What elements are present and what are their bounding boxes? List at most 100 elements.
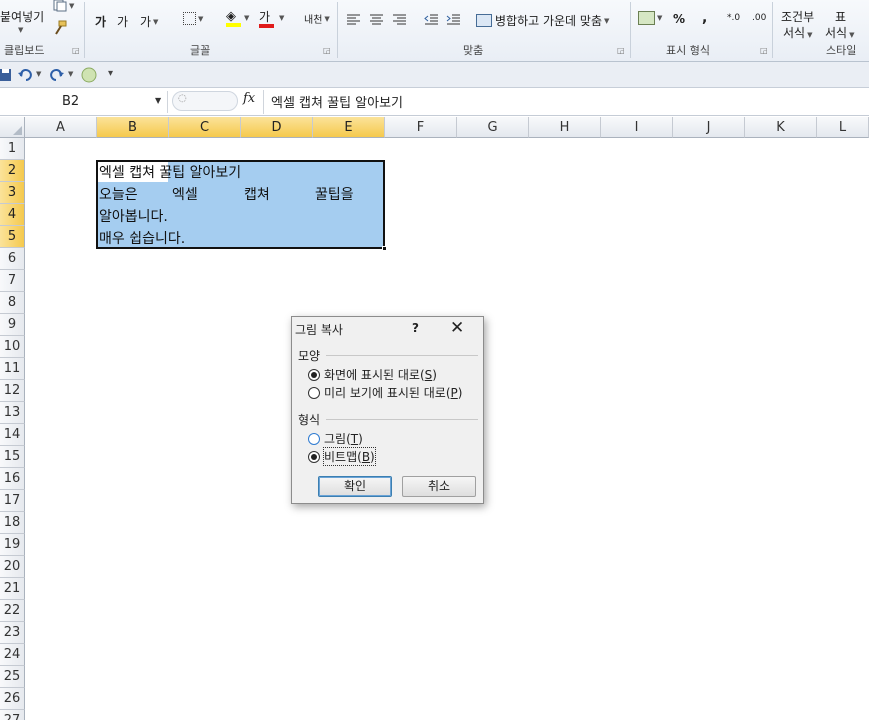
- row-header-27[interactable]: 27: [0, 710, 25, 720]
- row-header-7[interactable]: 7: [0, 270, 25, 292]
- column-header-e[interactable]: E: [313, 117, 385, 138]
- row-header-18[interactable]: 18: [0, 512, 25, 534]
- close-button[interactable]: ✕: [450, 318, 464, 338]
- row-header-5[interactable]: 5: [0, 226, 25, 248]
- select-all-corner[interactable]: [0, 117, 25, 138]
- font-dialog-launcher-icon[interactable]: ◲: [323, 46, 331, 55]
- decrease-font-button[interactable]: 가: [117, 13, 128, 30]
- align-left-icon[interactable]: [346, 13, 361, 26]
- number-dialog-launcher-icon[interactable]: ◲: [760, 46, 768, 55]
- column-header-c[interactable]: C: [169, 117, 241, 138]
- column-header-g[interactable]: G: [457, 117, 529, 138]
- fill-handle[interactable]: [382, 246, 387, 251]
- alignment-dialog-launcher-icon[interactable]: ◲: [617, 46, 625, 55]
- ok-button[interactable]: 확인: [318, 476, 392, 497]
- align-right-icon[interactable]: [392, 13, 407, 26]
- row-header-11[interactable]: 11: [0, 358, 25, 380]
- row-header-20[interactable]: 20: [0, 556, 25, 578]
- undo-dropdown-caret[interactable]: ▼: [36, 70, 41, 78]
- format-as-table-label-1[interactable]: 표: [835, 8, 846, 25]
- radio-bitmap[interactable]: 비트맵(B): [308, 447, 376, 466]
- formula-bar-splitter[interactable]: ◌: [172, 91, 238, 111]
- radio-button-unchecked[interactable]: [308, 432, 320, 445]
- row-header-8[interactable]: 8: [0, 292, 25, 314]
- conditional-format-label-2[interactable]: 서식 ▼: [783, 24, 812, 41]
- phonetic-button[interactable]: 내천 ▼: [304, 11, 330, 27]
- cell-c3[interactable]: 엑셀: [172, 184, 198, 204]
- row-header-12[interactable]: 12: [0, 380, 25, 402]
- copy-icon[interactable]: ▼: [52, 0, 76, 12]
- name-box-dropdown-icon[interactable]: ▼: [155, 96, 161, 105]
- radio-as-shown-on-screen[interactable]: 화면에 표시된 대로(S): [308, 366, 437, 383]
- align-center-icon[interactable]: [369, 13, 384, 26]
- column-header-d[interactable]: D: [241, 117, 313, 138]
- cell-d3[interactable]: 캡쳐: [244, 184, 270, 204]
- conditional-format-label-1[interactable]: 조건부: [781, 8, 814, 25]
- name-box[interactable]: B2 ▼: [0, 91, 168, 113]
- column-header-h[interactable]: H: [529, 117, 601, 138]
- paste-button[interactable]: 붙여넣기: [0, 8, 44, 25]
- font-color-button[interactable]: 가: [259, 10, 274, 28]
- row-header-4[interactable]: 4: [0, 204, 25, 226]
- undo-icon[interactable]: [18, 68, 32, 82]
- radio-picture[interactable]: 그림(T): [308, 430, 363, 447]
- cell-b3[interactable]: 오늘은: [99, 184, 138, 204]
- border-button[interactable]: ▼: [183, 12, 203, 25]
- decrease-indent-icon[interactable]: [424, 13, 439, 26]
- row-header-1[interactable]: 1: [0, 138, 25, 160]
- radio-button-unchecked[interactable]: [308, 386, 320, 399]
- row-header-22[interactable]: 22: [0, 600, 25, 622]
- row-header-17[interactable]: 17: [0, 490, 25, 512]
- fill-color-button[interactable]: ◈: [226, 10, 241, 27]
- row-header-6[interactable]: 6: [0, 248, 25, 270]
- decrease-decimal-button[interactable]: .00: [752, 13, 766, 23]
- column-header-a[interactable]: A: [25, 117, 97, 138]
- merge-center-button[interactable]: 병합하고 가운데 맞춤 ▼: [476, 12, 609, 29]
- customize-toolbar-icon[interactable]: ▾: [108, 68, 113, 79]
- cancel-button[interactable]: 취소: [402, 476, 476, 497]
- cell-b4[interactable]: 알아봅니다.: [99, 206, 168, 226]
- format-painter-icon[interactable]: [52, 20, 68, 36]
- cell-b2[interactable]: 엑셀 캡쳐 꿀팁 알아보기: [99, 162, 241, 182]
- row-header-16[interactable]: 16: [0, 468, 25, 490]
- row-header-19[interactable]: 19: [0, 534, 25, 556]
- formula-input[interactable]: 엑셀 캡쳐 꿀팁 알아보기: [271, 92, 403, 111]
- comma-button[interactable]: ,: [702, 10, 707, 26]
- row-header-10[interactable]: 10: [0, 336, 25, 358]
- chevron-down-icon[interactable]: ▼: [244, 14, 249, 22]
- cell-b5[interactable]: 매우 쉽습니다.: [99, 228, 185, 248]
- row-header-3[interactable]: 3: [0, 182, 25, 204]
- row-header-23[interactable]: 23: [0, 622, 25, 644]
- help-button[interactable]: ?: [412, 321, 419, 335]
- column-header-l[interactable]: L: [817, 117, 869, 138]
- column-header-b[interactable]: B: [97, 117, 169, 138]
- chevron-down-icon[interactable]: ▼: [279, 14, 284, 22]
- paste-dropdown-caret[interactable]: ▼: [18, 26, 23, 34]
- row-header-26[interactable]: 26: [0, 688, 25, 710]
- column-header-i[interactable]: I: [601, 117, 673, 138]
- increase-indent-icon[interactable]: [446, 13, 461, 26]
- row-header-25[interactable]: 25: [0, 666, 25, 688]
- row-header-24[interactable]: 24: [0, 644, 25, 666]
- row-header-14[interactable]: 14: [0, 424, 25, 446]
- increase-font-button[interactable]: 가: [95, 13, 106, 30]
- column-header-j[interactable]: J: [673, 117, 745, 138]
- radio-button-checked[interactable]: [308, 450, 320, 463]
- accounting-format-button[interactable]: ▼: [638, 11, 662, 25]
- cell-e3[interactable]: 꿀팁을: [315, 184, 354, 204]
- increase-decimal-button[interactable]: *.0: [727, 13, 740, 23]
- column-header-f[interactable]: F: [385, 117, 457, 138]
- save-icon[interactable]: [0, 68, 12, 82]
- clipboard-dialog-launcher-icon[interactable]: ◲: [72, 46, 80, 55]
- redo-icon[interactable]: [50, 68, 64, 82]
- insert-function-button[interactable]: fx: [243, 91, 255, 106]
- redo-dropdown-caret[interactable]: ▼: [68, 70, 73, 78]
- row-header-9[interactable]: 9: [0, 314, 25, 336]
- format-as-table-label-2[interactable]: 서식 ▼: [825, 24, 854, 41]
- row-header-13[interactable]: 13: [0, 402, 25, 424]
- radio-as-shown-when-printed[interactable]: 미리 보기에 표시된 대로(P): [308, 384, 462, 401]
- row-header-21[interactable]: 21: [0, 578, 25, 600]
- column-header-k[interactable]: K: [745, 117, 817, 138]
- row-header-2[interactable]: 2: [0, 160, 25, 182]
- circle-icon[interactable]: [81, 67, 97, 83]
